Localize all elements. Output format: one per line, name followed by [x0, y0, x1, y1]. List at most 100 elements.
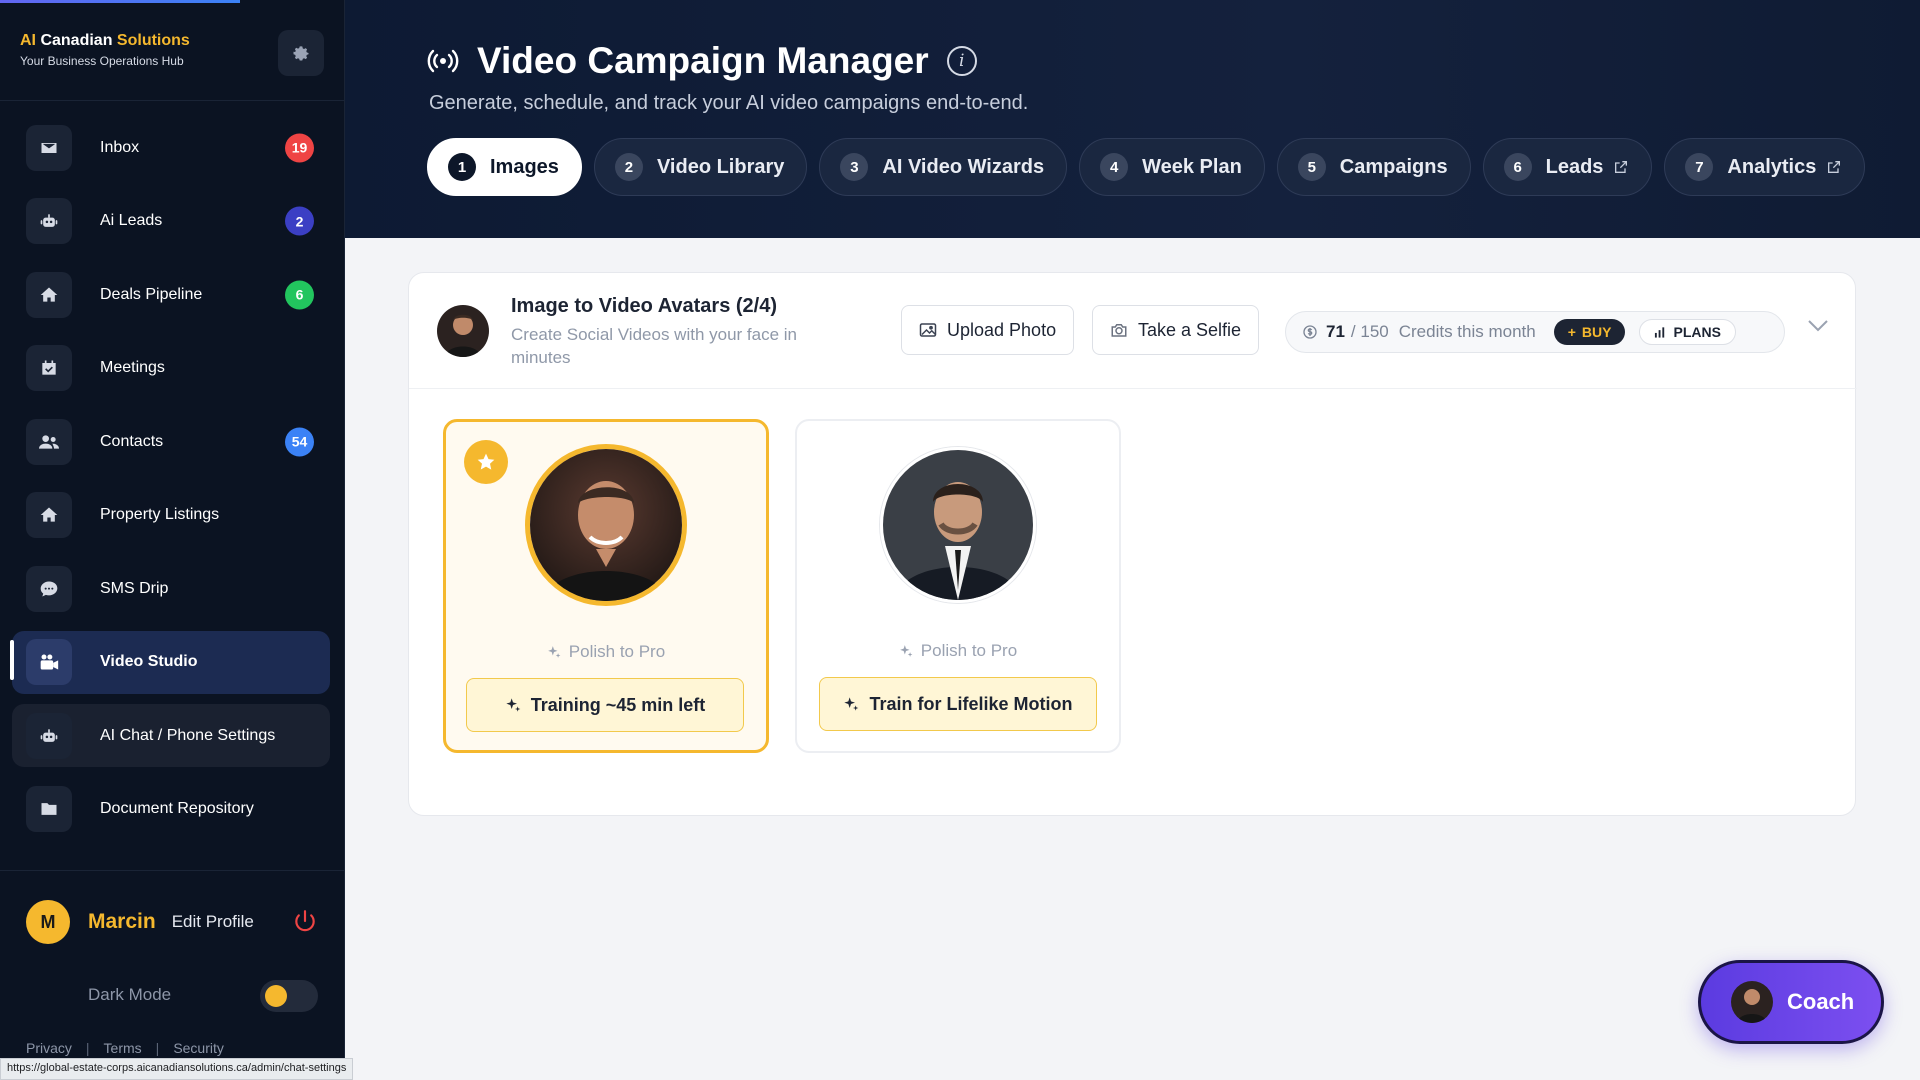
card-subtitle: Create Social Videos with your face in m… [511, 325, 798, 367]
chat-icon [26, 565, 72, 612]
coin-icon [1303, 325, 1317, 339]
polish-label: Polish to Pro [920, 641, 1018, 660]
take-selfie-button[interactable]: Take a Selfie [1092, 305, 1260, 355]
avatars-card: Image to Video Avatars (2/4) Create Soci… [408, 272, 1857, 816]
home-icon [26, 492, 72, 538]
tab-analytics[interactable]: 7 Analytics [1664, 138, 1866, 196]
polish-to-pro-2[interactable]: Polish to Pro [797, 641, 1119, 661]
users-icon [26, 418, 72, 465]
avatar-card-1[interactable]: Polish to Pro Training ~45 min left [443, 419, 769, 753]
tab-video-library[interactable]: 2 Video Library [593, 138, 808, 196]
sidebar-item-label: Ai Leads [100, 212, 163, 229]
legal-separator: | [85, 1040, 90, 1056]
tab-campaigns[interactable]: 5 Campaigns [1276, 138, 1471, 196]
sidebar-item-video-studio[interactable]: Video Studio [12, 630, 330, 694]
camera-icon [1110, 322, 1128, 338]
sidebar-item-label: Inbox [100, 138, 140, 156]
user-avatar [437, 305, 489, 357]
profile[interactable]: M Marcin Edit Profile [26, 900, 254, 944]
tab-number: 2 [614, 153, 643, 181]
ai-leads-badge: 2 [285, 206, 314, 236]
sidebar-item-ai-leads[interactable]: Ai Leads 2 [12, 190, 330, 253]
sidebar-item-contacts[interactable]: Contacts 54 [12, 410, 330, 473]
step-tabs: 1 Images 2 Video Library 3 AI Video Wizards… [427, 138, 1866, 196]
card-title: Image to Video Avatars (2/4) [511, 295, 778, 317]
sparkle-icon [899, 645, 913, 657]
page-header: Video Campaign Manager i Generate, sched… [345, 0, 1920, 238]
credits-label: Credits this month [1398, 322, 1536, 341]
sidebar-divider [0, 100, 345, 101]
sidebar-item-property-listings[interactable]: Property Listings [12, 484, 330, 547]
legal-separator: | [155, 1040, 160, 1056]
training-status-button[interactable]: Training ~45 min left [466, 678, 744, 732]
tab-leads[interactable]: 6 Leads [1482, 138, 1653, 196]
folder-icon [26, 786, 72, 832]
card-header: Image to Video Avatars (2/4) Create Soci… [409, 273, 1857, 389]
tab-number: 4 [1100, 153, 1129, 181]
coach-button[interactable]: Coach [1698, 960, 1884, 1044]
take-selfie-label: Take a Selfie [1138, 319, 1242, 340]
tab-week-plan[interactable]: 4 Week Plan [1079, 138, 1265, 196]
collapse-button[interactable] [1807, 319, 1829, 338]
sidebar-item-label: Contacts [100, 432, 164, 450]
brand-subtitle: Your Business Operations Hub [20, 54, 184, 68]
dark-mode-toggle[interactable] [260, 980, 318, 1012]
tab-label: AI Video Wizards [882, 155, 1045, 178]
upload-photo-button[interactable]: Upload Photo [901, 305, 1075, 355]
credits-used: 71 [1326, 322, 1345, 341]
sidebar-nav: Inbox 19 Ai Leads 2 Deals Pipeline 6 Mee… [12, 116, 330, 851]
sidebar-item-inbox[interactable]: Inbox 19 [12, 116, 330, 179]
tab-ai-video-wizards[interactable]: 3 AI Video Wizards [819, 138, 1068, 196]
brand-canadian: Canadian [40, 32, 113, 49]
info-icon[interactable]: i [946, 46, 977, 76]
avatar-card-2[interactable]: Polish to Pro Train for Lifelike Motion [795, 419, 1121, 753]
polish-label: Polish to Pro [568, 642, 666, 661]
robot-icon [26, 198, 72, 244]
credits-total: / 150 [1350, 322, 1389, 341]
coach-avatar [1731, 981, 1773, 1023]
sidebar-item-deals-pipeline[interactable]: Deals Pipeline 6 [12, 263, 330, 326]
tab-label: Analytics [1727, 155, 1817, 178]
avatar-portrait-2 [880, 447, 1036, 603]
tab-label: Leads [1545, 155, 1604, 178]
terms-link[interactable]: Terms [104, 1040, 142, 1056]
sidebar-item-document-repository[interactable]: Document Repository [12, 778, 330, 841]
logout-button[interactable] [292, 908, 318, 939]
broadcast-icon [427, 49, 459, 73]
chevron-down-icon [1808, 320, 1828, 332]
sparkle-icon [506, 698, 521, 712]
page-title-row: Video Campaign Manager i [427, 40, 977, 82]
plans-button[interactable]: PLANS [1639, 319, 1736, 345]
sidebar: AI Canadian Solutions Your Business Oper… [0, 0, 345, 1080]
profile-name: Marcin [88, 910, 156, 933]
tab-label: Campaigns [1339, 155, 1448, 178]
gear-icon [293, 46, 309, 61]
tab-label: Images [490, 155, 559, 178]
buy-credits-button[interactable]: + BUY [1553, 319, 1626, 345]
inbox-badge: 19 [285, 133, 314, 162]
plus-icon: + [1567, 324, 1576, 340]
sidebar-item-ai-chat-phone-settings[interactable]: AI Chat / Phone Settings [12, 704, 330, 767]
security-link[interactable]: Security [173, 1040, 224, 1056]
sidebar-item-label: Meetings [100, 359, 165, 376]
privacy-link[interactable]: Privacy [26, 1040, 72, 1056]
tab-images[interactable]: 1 Images [427, 138, 582, 196]
brand-ai: AI [20, 32, 36, 49]
sidebar-item-label: AI Chat / Phone Settings [100, 726, 276, 744]
sidebar-item-sms-drip[interactable]: SMS Drip [12, 557, 330, 620]
sidebar-item-meetings[interactable]: Meetings [12, 337, 330, 400]
external-link-icon [1826, 159, 1842, 175]
train-lifelike-motion-button[interactable]: Train for Lifelike Motion [819, 677, 1097, 731]
legal-links: Privacy | Terms | Security [26, 1040, 224, 1056]
bar-chart-icon [1655, 327, 1665, 338]
star-icon[interactable] [464, 440, 508, 484]
sidebar-item-label: SMS Drip [100, 579, 169, 597]
tab-number: 6 [1503, 153, 1532, 181]
polish-to-pro-1[interactable]: Polish to Pro [446, 642, 766, 662]
brand[interactable]: AI Canadian Solutions Your Business Oper… [20, 32, 190, 68]
settings-button[interactable] [278, 30, 324, 76]
brand-name: AI Canadian Solutions [20, 32, 190, 50]
sidebar-item-label: Property Listings [100, 506, 220, 523]
edit-profile-link[interactable]: Edit Profile [172, 912, 254, 932]
sidebar-item-label: Video Studio [100, 653, 198, 670]
